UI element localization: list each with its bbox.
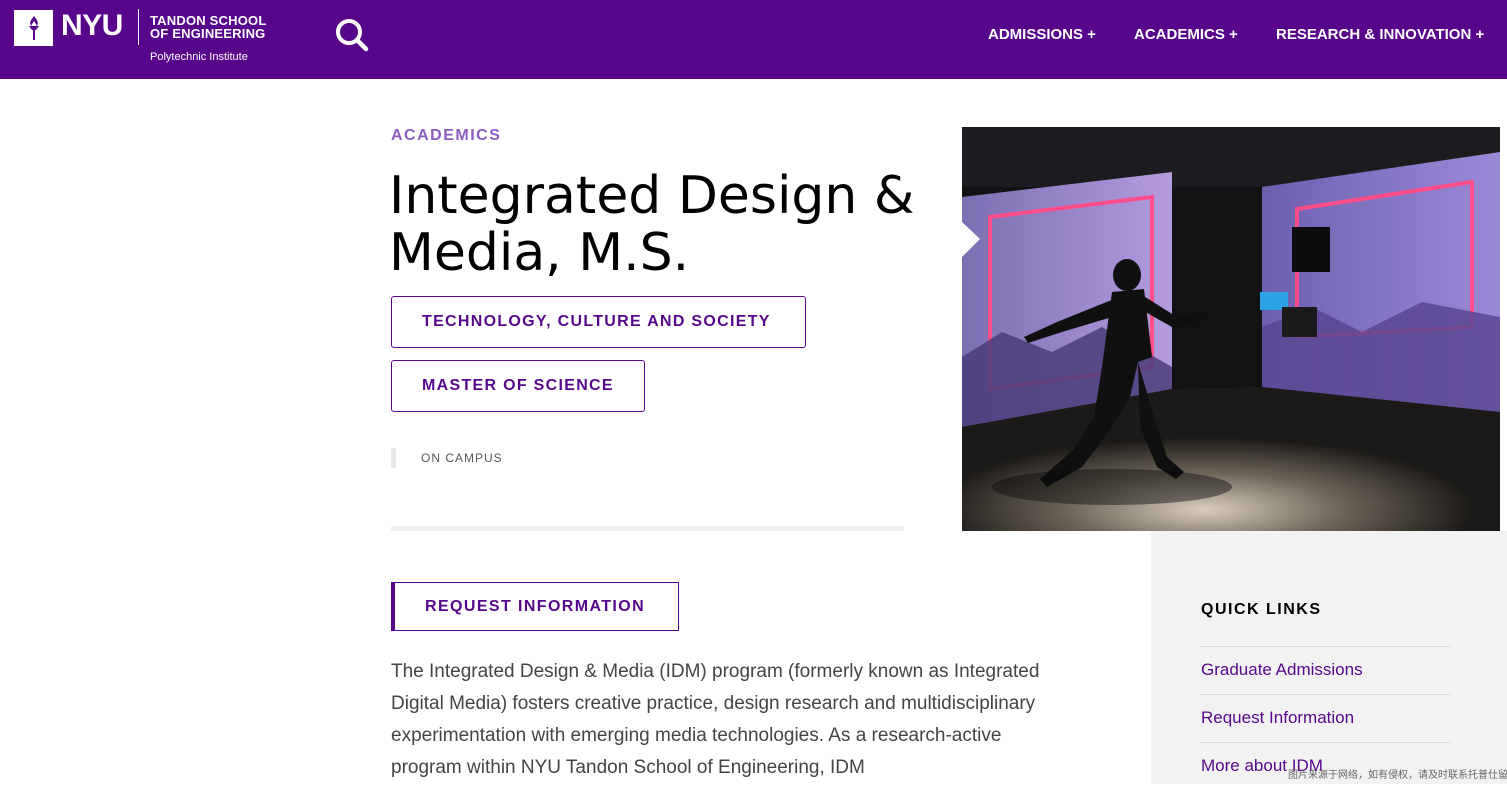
nav-academics[interactable]: ACADEMICS + [1134,26,1238,43]
quick-links-title: QUICK LINKS [1201,601,1322,618]
quick-link-graduate-admissions[interactable]: Graduate Admissions [1201,646,1451,694]
nav-research-innovation[interactable]: RESEARCH & INNOVATION + [1276,26,1484,43]
request-information-button[interactable]: REQUEST INFORMATION [391,582,679,631]
hero-illustration [962,127,1500,531]
tag-master-of-science[interactable]: MASTER OF SCIENCE [391,360,645,412]
section-divider [391,526,904,531]
school-name[interactable]: TANDON SCHOOL OF ENGINEERING [150,14,266,40]
tag-technology-culture-society[interactable]: TECHNOLOGY, CULTURE AND SOCIETY [391,296,806,348]
search-icon[interactable] [333,17,371,55]
nyu-logo[interactable] [14,10,53,46]
nav-admissions[interactable]: ADMISSIONS + [988,26,1096,43]
school-subtitle: Polytechnic Institute [150,51,248,63]
hero-image [962,127,1500,531]
school-name-line2: OF ENGINEERING [150,26,266,41]
delivery-mode: ON CAMPUS [391,448,503,468]
site-header: NYU TANDON SCHOOL OF ENGINEERING Polytec… [0,0,1507,79]
nyu-torch-icon [28,16,39,40]
quick-links-panel: QUICK LINKS Graduate Admissions Request … [1151,531,1507,784]
nyu-wordmark[interactable]: NYU [61,9,123,43]
quick-link-request-information[interactable]: Request Information [1201,694,1451,742]
breadcrumb-academics[interactable]: ACADEMICS [391,127,501,145]
logo-divider [138,9,139,45]
watermark: 图片来源于网络，如有侵权，请及时联系托普仕留学删除 [1288,770,1507,781]
page-title: Integrated Design & Media, M.S. [389,166,915,283]
program-description: The Integrated Design & Media (IDM) prog… [391,661,1040,778]
